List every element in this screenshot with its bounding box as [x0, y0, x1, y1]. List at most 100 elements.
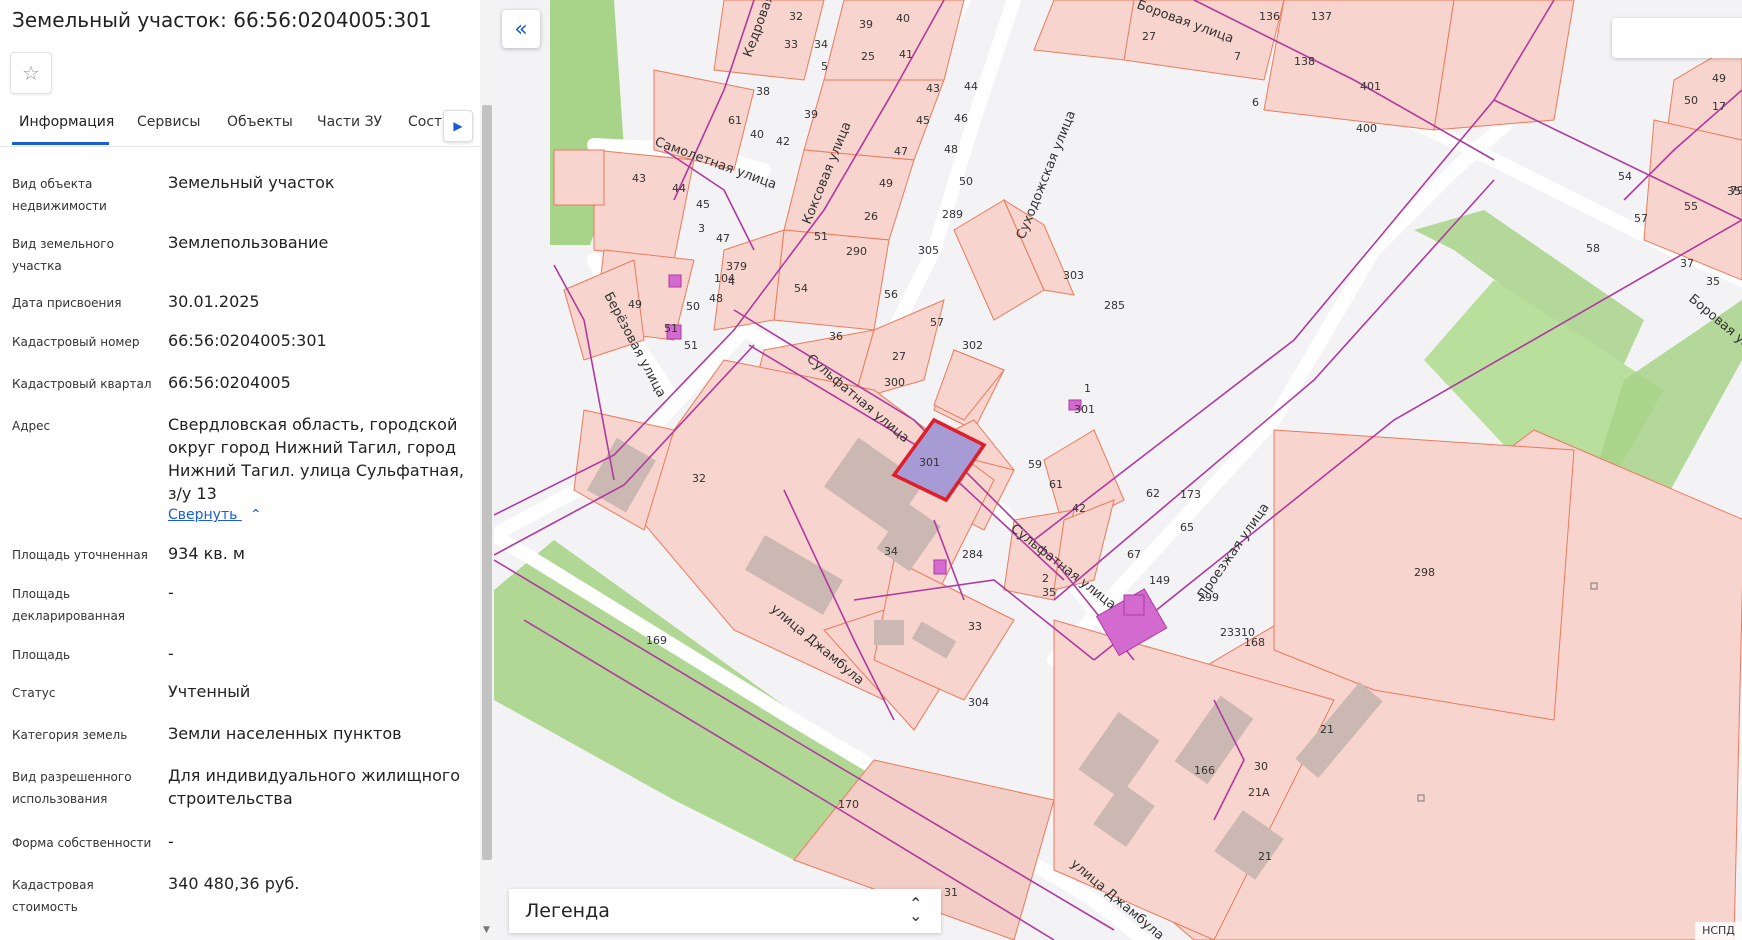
favorite-button[interactable]: ☆ — [10, 52, 52, 94]
parcel-number: 54 — [1618, 170, 1632, 183]
parcel-number: 43 — [632, 172, 646, 185]
field-label: Площадь уточненная — [12, 548, 148, 562]
parcel-number: 25 — [861, 50, 875, 63]
parcel-number: 57 — [930, 316, 944, 329]
parcel-number: 62 — [1146, 487, 1160, 500]
parcel-number: 51 — [664, 322, 678, 335]
tabs-scroll-right-button[interactable]: ▶ — [443, 110, 473, 142]
parcel-number: 304 — [968, 696, 989, 709]
parcel-number: 290 — [846, 245, 867, 258]
parcel-number: 61 — [728, 114, 742, 127]
expand-collapse-icon[interactable]: ⌃ ⌄ — [909, 896, 922, 924]
parcel-number: 33 — [784, 38, 798, 51]
parcel-number: 400 — [1356, 122, 1377, 135]
parcel-number: 7 — [1234, 50, 1241, 63]
parcel-number: 57 — [1634, 212, 1648, 225]
scroll-down-arrow-icon[interactable]: ▼ — [483, 925, 490, 935]
star-icon: ☆ — [22, 61, 40, 85]
parcel-number: 37 — [1680, 257, 1694, 270]
field-value: 30.01.2025 — [168, 292, 260, 311]
tab-bar: Информация Сервисы Объекты Части ЗУ Сост… — [0, 106, 480, 147]
collapse-link[interactable]: Свернуть ⌃ — [168, 507, 262, 523]
info-panel: Земельный участок: 66:56:0204005:301 ☆ И… — [0, 0, 480, 940]
panel-scrollbar-thumb[interactable] — [482, 105, 492, 860]
parcel-number: 6 — [1252, 96, 1259, 109]
parcel-number: 40 — [750, 128, 764, 141]
collapse-panel-button[interactable]: « — [502, 10, 540, 48]
parcel-number: 47 — [716, 232, 730, 245]
parcel-number: 305 — [918, 244, 939, 257]
parcel-number: 56 — [884, 288, 898, 301]
parcel-number: 48 — [944, 143, 958, 156]
cadastral-map[interactable]: 32 33 34 5 39 40 25 41 27 136 137 7 138 … — [494, 0, 1742, 940]
field-value: - — [168, 583, 174, 602]
parcel-number: 49 — [879, 177, 893, 190]
street-label: Проезжая улица — [1195, 500, 1273, 602]
parcel-number: 41 — [899, 48, 913, 61]
page-title: Земельный участок: 66:56:0204005:301 — [12, 8, 432, 32]
parcel-number: 138 — [1294, 55, 1315, 68]
field-value: Свердловская область, городской округ го… — [168, 415, 464, 503]
parcel-number: 136 — [1259, 10, 1280, 23]
parcel-number: 51 — [684, 339, 698, 352]
field-value: - — [168, 832, 174, 851]
field-value: 340 480,36 руб. — [168, 874, 300, 893]
parcel-number: 49 — [628, 298, 642, 311]
field-label: Кадастровый квартал — [12, 377, 152, 391]
attribution-label: НСПД — [1695, 922, 1742, 940]
parcel-number: 42 — [776, 135, 790, 148]
parcel-number: 46 — [954, 112, 968, 125]
tab-information[interactable]: Информация — [19, 114, 114, 130]
parcel-number: 47 — [894, 145, 908, 158]
parcel-number: 21 — [1258, 850, 1272, 863]
parcel-number: 61 — [1049, 478, 1063, 491]
parcel-number: 33 — [968, 620, 982, 633]
parcel-number: 42 — [1072, 502, 1086, 515]
field-label: Вид разрешенного использования — [12, 770, 132, 806]
parcel-number: 168 — [1244, 636, 1265, 649]
parcel-number: 67 — [1127, 548, 1141, 561]
parcel-number: 36 — [829, 330, 843, 343]
field-label: Статус — [12, 686, 56, 700]
field-value: Земли населенных пунктов — [168, 724, 402, 743]
field-label: Площадь декларированная — [12, 587, 126, 623]
field-value: 934 кв. м — [168, 544, 245, 563]
parcel-number: 3 — [698, 222, 705, 235]
parcel-number: 1 — [1084, 382, 1091, 395]
parcel-number: 166 — [1194, 764, 1215, 777]
parcel-number: 34 — [884, 545, 898, 558]
parcel-number: 27 — [1142, 30, 1156, 43]
collapse-label: Свернуть — [168, 507, 238, 523]
field-label: Площадь — [12, 648, 71, 662]
double-chevron-left-icon: « — [514, 16, 528, 42]
parcel-number: 169 — [646, 634, 667, 647]
parcel-number: 45 — [696, 198, 710, 211]
street-label: Суходожская улица — [1014, 109, 1079, 242]
parcel-number: 137 — [1311, 10, 1332, 23]
parcel-number: 39 — [859, 18, 873, 31]
field-value: Землепользование — [168, 233, 329, 252]
parcel-number: 149 — [1149, 574, 1170, 587]
map-canvas[interactable]: 32 33 34 5 39 40 25 41 27 136 137 7 138 … — [494, 0, 1742, 940]
field-label: Категория земель — [12, 728, 128, 742]
field-value: Учтенный — [168, 682, 251, 701]
tab-objects[interactable]: Объекты — [227, 114, 293, 130]
field-label: Форма собственности — [12, 836, 152, 850]
parcel-number: 58 — [1586, 242, 1600, 255]
parcel-number: 49 — [1712, 72, 1726, 85]
parcel-number: 48 — [709, 292, 723, 305]
parcel-number-selected: 301 — [919, 456, 940, 469]
parcel-number: 55 — [1684, 200, 1698, 213]
parcel-number: 401 — [1360, 80, 1381, 93]
field-label: Вид земельного участка — [12, 237, 114, 273]
active-tab-indicator — [12, 142, 109, 145]
parcel-number: 30 — [1254, 760, 1268, 773]
map-search-input[interactable] — [1612, 18, 1742, 58]
parcel-number: 5 — [821, 60, 828, 73]
tab-parts[interactable]: Части ЗУ — [317, 114, 382, 130]
tab-services[interactable]: Сервисы — [137, 114, 200, 130]
legend-panel[interactable]: Легенда ⌃ ⌄ — [509, 889, 941, 933]
parcel-number: 38 — [756, 85, 770, 98]
parcel-number: 173 — [1180, 488, 1201, 501]
parcel-number: 289 — [942, 208, 963, 221]
